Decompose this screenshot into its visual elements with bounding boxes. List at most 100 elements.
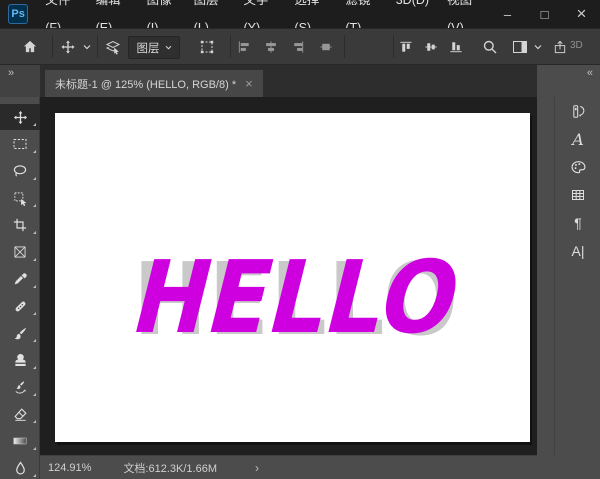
search-icon (482, 39, 498, 55)
document-tab[interactable]: 未标题-1 @ 125% (HELLO, RGB/8) * × (45, 70, 263, 97)
move-tool[interactable] (0, 104, 40, 130)
align-bottom-icon (449, 39, 464, 54)
document-tab-title: 未标题-1 @ 125% (HELLO, RGB/8) * (55, 76, 236, 92)
color-palette-icon (570, 159, 587, 176)
align-left-icon (237, 39, 252, 54)
photoshop-logo: Ps (8, 4, 28, 24)
crop-icon (13, 218, 27, 232)
panel-collapse-chevrons[interactable]: « (587, 67, 592, 79)
spot-healing-brush-tool[interactable] (0, 293, 40, 319)
history-panel-button[interactable] (555, 97, 600, 125)
document-size-info: 文档:612.3K/1.66M (123, 460, 217, 476)
maximize-button[interactable]: □ (526, 0, 563, 28)
close-button[interactable]: × (563, 0, 600, 28)
workspace-chevron[interactable] (534, 44, 542, 50)
tool-preset-chevron[interactable] (83, 44, 91, 50)
eraser-icon (13, 407, 28, 422)
crop-tool[interactable] (0, 212, 40, 238)
layer-target-select[interactable]: 图层 (128, 36, 180, 59)
quick-selection-tool[interactable] (0, 185, 40, 211)
align-center-horizontal-button[interactable] (264, 39, 279, 54)
show-transform-controls-toggle[interactable] (199, 39, 215, 55)
auto-select-toggle[interactable] (105, 39, 121, 55)
glyphs-panel-button[interactable]: A (555, 125, 600, 153)
align-center-horizontal-icon (264, 39, 279, 54)
chevron-down-icon (534, 44, 542, 50)
blur-drop-icon (13, 461, 28, 476)
align-right-icon (291, 39, 306, 54)
history-brush-icon (13, 380, 28, 395)
options-bar: 图层 (0, 28, 600, 65)
minimize-button[interactable]: – (489, 0, 526, 28)
document-tabs: 未标题-1 @ 125% (HELLO, RGB/8) * × (40, 65, 537, 97)
history-icon (570, 103, 587, 120)
paragraph-icon: ¶ (574, 215, 582, 231)
panel-rail-inner: A ¶ A| (554, 97, 600, 455)
character-icon: A| (572, 243, 585, 259)
tool-preset-move[interactable] (61, 39, 76, 54)
align-center-vertical-icon (319, 39, 334, 54)
separator (230, 35, 231, 58)
toolbox-expand-chevrons[interactable]: » (8, 67, 13, 79)
workspace-switcher[interactable] (512, 39, 528, 55)
canvas-area: HELLO HELLO (40, 97, 537, 455)
brush-tool[interactable] (0, 320, 40, 346)
paragraph-panel-button[interactable]: ¶ (555, 209, 600, 237)
swatches-grid-icon (570, 187, 586, 203)
move-icon (13, 110, 28, 125)
separator (97, 35, 98, 58)
title-bar: Ps 文件(F) 编辑(E) 图像(I) 图层(L) 文字(Y) 选择(S) 滤… (0, 0, 600, 28)
home-button[interactable] (22, 38, 39, 55)
search-button[interactable] (482, 39, 498, 55)
move-icon (61, 39, 76, 54)
tab-bar: » 未标题-1 @ 125% (HELLO, RGB/8) * × « (0, 65, 600, 97)
blur-tool[interactable] (0, 455, 40, 479)
auto-select-layers-icon (105, 39, 121, 55)
align-right-button[interactable] (291, 39, 306, 54)
tab-close-icon[interactable]: × (245, 76, 253, 91)
share-button[interactable] (553, 39, 568, 54)
frame-tool[interactable] (0, 239, 40, 265)
zoom-level-field[interactable]: 124.91% (48, 462, 91, 474)
healing-brush-icon (13, 299, 28, 314)
panel-icon-rail: A ¶ A| (537, 97, 600, 479)
status-options-chevron[interactable]: › (255, 461, 259, 475)
frame-icon (13, 245, 27, 259)
toolbox-header: » (0, 65, 40, 97)
artwork-word-text: HELLO (122, 239, 473, 356)
window-controls: – □ × (489, 0, 600, 28)
clone-stamp-tool[interactable] (0, 347, 40, 373)
align-center-vertical-button[interactable] (319, 39, 334, 54)
share-icon (553, 39, 568, 54)
brush-icon (13, 326, 28, 341)
gradient-icon (12, 433, 28, 449)
align-middle-button[interactable] (424, 39, 439, 54)
history-brush-tool[interactable] (0, 374, 40, 400)
align-top-button[interactable] (399, 39, 414, 54)
marquee-icon (12, 136, 28, 152)
glyphs-icon: A (572, 130, 584, 149)
lasso-icon (12, 163, 28, 179)
panel-rail-header: « (537, 65, 600, 97)
separator (393, 35, 394, 58)
chevron-down-icon (83, 44, 91, 50)
separator (344, 35, 345, 58)
workspace-icon (512, 39, 528, 55)
document-canvas[interactable]: HELLO HELLO (55, 113, 530, 442)
separator (52, 35, 53, 58)
swatches-panel-button[interactable] (555, 181, 600, 209)
gradient-tool[interactable] (0, 428, 40, 454)
rectangular-marquee-tool[interactable] (0, 131, 40, 157)
eraser-tool[interactable] (0, 401, 40, 427)
hello-artwork: HELLO HELLO (55, 113, 530, 442)
eyedropper-tool[interactable] (0, 266, 40, 292)
quick-selection-icon (13, 191, 28, 206)
clone-stamp-icon (13, 353, 28, 368)
character-panel-button[interactable]: A| (555, 237, 600, 265)
align-left-button[interactable] (237, 39, 252, 54)
align-middle-icon (424, 39, 439, 54)
lasso-tool[interactable] (0, 158, 40, 184)
color-panel-button[interactable] (555, 153, 600, 181)
transform-controls-icon (199, 39, 215, 55)
align-bottom-button[interactable] (449, 39, 464, 54)
